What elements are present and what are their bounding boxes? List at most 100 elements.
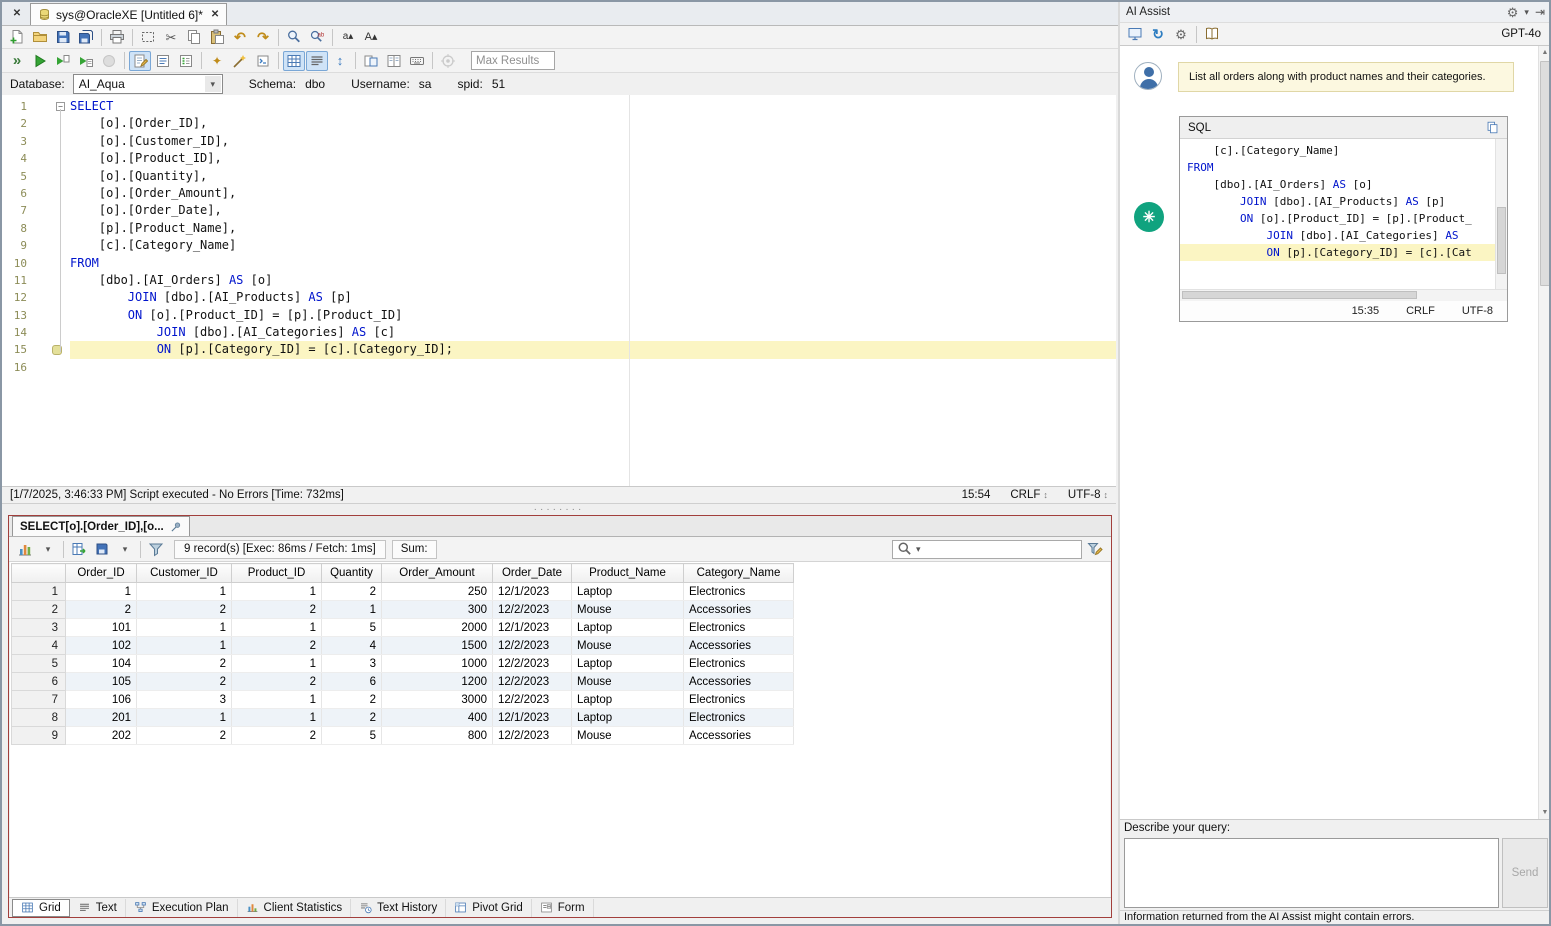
keyboard-icon[interactable] <box>406 51 428 71</box>
grid-cell[interactable]: 12/2/2023 <box>493 691 572 709</box>
grid-cell[interactable]: 800 <box>382 727 493 745</box>
grid-cell[interactable]: 2 <box>232 673 322 691</box>
grid-row-header[interactable]: 5 <box>12 655 66 673</box>
chat-scrollbar[interactable]: ▲ ▼ <box>1538 46 1551 819</box>
view-tab-text[interactable]: Text <box>70 899 126 917</box>
view-tab-grid[interactable]: Grid <box>12 899 70 917</box>
grid-cell[interactable]: 250 <box>382 583 493 601</box>
find-icon[interactable] <box>283 27 305 47</box>
chart-view-dropdown-icon[interactable]: ▾ <box>37 539 59 559</box>
editor-line-text[interactable]: JOIN [dbo].[AI_Categories] AS [c] <box>70 324 1116 341</box>
grid-cell[interactable]: 2 <box>137 673 232 691</box>
grid-cell[interactable]: 3 <box>322 655 382 673</box>
editor-line-text[interactable]: [dbo].[AI_Orders] AS [o] <box>70 272 1116 289</box>
new-sql-icon[interactable] <box>6 27 28 47</box>
grid-cell[interactable]: 4 <box>322 637 382 655</box>
grid-cell[interactable]: Mouse <box>572 637 684 655</box>
code-block-body[interactable]: [c].[Category_Name]FROM [dbo].[AI_Orders… <box>1180 139 1507 289</box>
grid-cell[interactable]: 202 <box>66 727 137 745</box>
pin-results-icon[interactable] <box>170 521 182 533</box>
view-tab-text-history[interactable]: Text History <box>351 899 446 917</box>
results-to-text-icon[interactable] <box>306 51 328 71</box>
grid-cell[interactable]: 1 <box>137 709 232 727</box>
format-sql-icon[interactable]: ✦ <box>206 51 228 71</box>
grid-row-header[interactable]: 7 <box>12 691 66 709</box>
sql-editor[interactable]: 1−SELECT2 [o].[Order_ID],3 [o].[Customer… <box>2 95 1116 487</box>
grid-cell[interactable]: 2 <box>232 601 322 619</box>
ai-settings-icon[interactable]: ⚙ <box>1170 24 1192 44</box>
save-results-icon[interactable] <box>91 539 113 559</box>
execute-script-icon[interactable] <box>52 51 74 71</box>
grid-cell[interactable]: 201 <box>66 709 137 727</box>
undo-icon[interactable]: ↶ <box>229 27 251 47</box>
grid-column-header[interactable]: Product_ID <box>232 564 322 583</box>
grid-column-header[interactable]: Order_Date <box>493 564 572 583</box>
grid-cell[interactable]: 1 <box>232 709 322 727</box>
editor-line-text[interactable]: [o].[Order_Amount], <box>70 185 1116 202</box>
grid-cell[interactable]: 104 <box>66 655 137 673</box>
grid-cell[interactable]: 3 <box>137 691 232 709</box>
save-all-icon[interactable] <box>75 27 97 47</box>
grid-column-header[interactable]: Product_Name <box>572 564 684 583</box>
grid-cell[interactable]: Laptop <box>572 655 684 673</box>
grid-cell[interactable]: Electronics <box>684 583 794 601</box>
grid-cell[interactable]: 1 <box>137 583 232 601</box>
ai-panel-dock-icon[interactable]: ⇥ <box>1535 6 1545 18</box>
grid-cell[interactable]: Laptop <box>572 691 684 709</box>
grid-cell[interactable]: Laptop <box>572 709 684 727</box>
sum-button[interactable]: Sum: <box>392 540 437 559</box>
grid-cell[interactable]: 2 <box>137 727 232 745</box>
grid-cell[interactable]: Laptop <box>572 583 684 601</box>
select-block-icon[interactable] <box>137 27 159 47</box>
editor-line-text[interactable]: [c].[Category_Name] <box>70 237 1116 254</box>
grid-cell[interactable]: 12/2/2023 <box>493 655 572 673</box>
chart-view-icon[interactable] <box>14 539 36 559</box>
results-to-grid-icon[interactable] <box>283 51 305 71</box>
grid-row-header[interactable]: 6 <box>12 673 66 691</box>
grid-cell[interactable]: Accessories <box>684 637 794 655</box>
execute-icon[interactable] <box>29 51 51 71</box>
grid-cell[interactable]: 2 <box>137 601 232 619</box>
snippets-icon[interactable] <box>175 51 197 71</box>
uncomment-lines-icon[interactable] <box>252 51 274 71</box>
replace-icon[interactable]: ab <box>306 27 328 47</box>
code-vertical-scrollbar[interactable] <box>1495 139 1507 289</box>
grid-row-header[interactable]: 4 <box>12 637 66 655</box>
close-group-icon[interactable]: ✕ <box>8 5 26 23</box>
grid-cell[interactable]: 1 <box>232 583 322 601</box>
sort-results-icon[interactable]: ↕ <box>329 51 351 71</box>
editor-line-text[interactable]: [p].[Product_Name], <box>70 220 1116 237</box>
grid-cell[interactable]: 105 <box>66 673 137 691</box>
grid-cell[interactable]: Mouse <box>572 601 684 619</box>
editor-line-text[interactable]: ON [p].[Category_ID] = [c].[Category_ID]… <box>70 341 1116 358</box>
horizontal-splitter[interactable]: ········ <box>2 504 1116 515</box>
grid-cell[interactable]: 12/2/2023 <box>493 637 572 655</box>
ai-prompt-textarea[interactable] <box>1124 838 1499 908</box>
grid-cell[interactable]: 12/1/2023 <box>493 709 572 727</box>
view-tab-client-statistics[interactable]: Client Statistics <box>238 899 352 917</box>
grid-cell[interactable]: 1500 <box>382 637 493 655</box>
grid-cell[interactable]: Mouse <box>572 727 684 745</box>
view-tab-form[interactable]: Form <box>532 899 594 917</box>
grid-row-header[interactable]: 2 <box>12 601 66 619</box>
ai-panel-settings-icon[interactable]: ⚙ <box>1507 6 1519 19</box>
grid-cell[interactable]: 101 <box>66 619 137 637</box>
redo-icon[interactable]: ↷ <box>252 27 274 47</box>
grid-cell[interactable]: Accessories <box>684 727 794 745</box>
chat-history-icon[interactable]: ↻ <box>1147 24 1169 44</box>
ai-panel-settings-dropdown-icon[interactable]: ▾ <box>1524 8 1529 17</box>
grid-cell[interactable]: Mouse <box>572 673 684 691</box>
grid-row-header[interactable]: 8 <box>12 709 66 727</box>
print-icon[interactable] <box>106 27 128 47</box>
filter-icon[interactable] <box>145 539 167 559</box>
grid-cell[interactable]: 1 <box>232 691 322 709</box>
execute-to-cursor-icon[interactable]: » <box>6 51 28 71</box>
grid-corner-cell[interactable] <box>12 564 66 583</box>
grid-cell[interactable]: 5 <box>322 727 382 745</box>
grid-cell[interactable]: 106 <box>66 691 137 709</box>
grid-cell[interactable]: 1000 <box>382 655 493 673</box>
grid-cell[interactable]: 6 <box>322 673 382 691</box>
grid-cell[interactable]: 12/1/2023 <box>493 619 572 637</box>
paste-icon[interactable] <box>206 27 228 47</box>
model-label[interactable]: GPT-4o <box>1501 28 1547 40</box>
